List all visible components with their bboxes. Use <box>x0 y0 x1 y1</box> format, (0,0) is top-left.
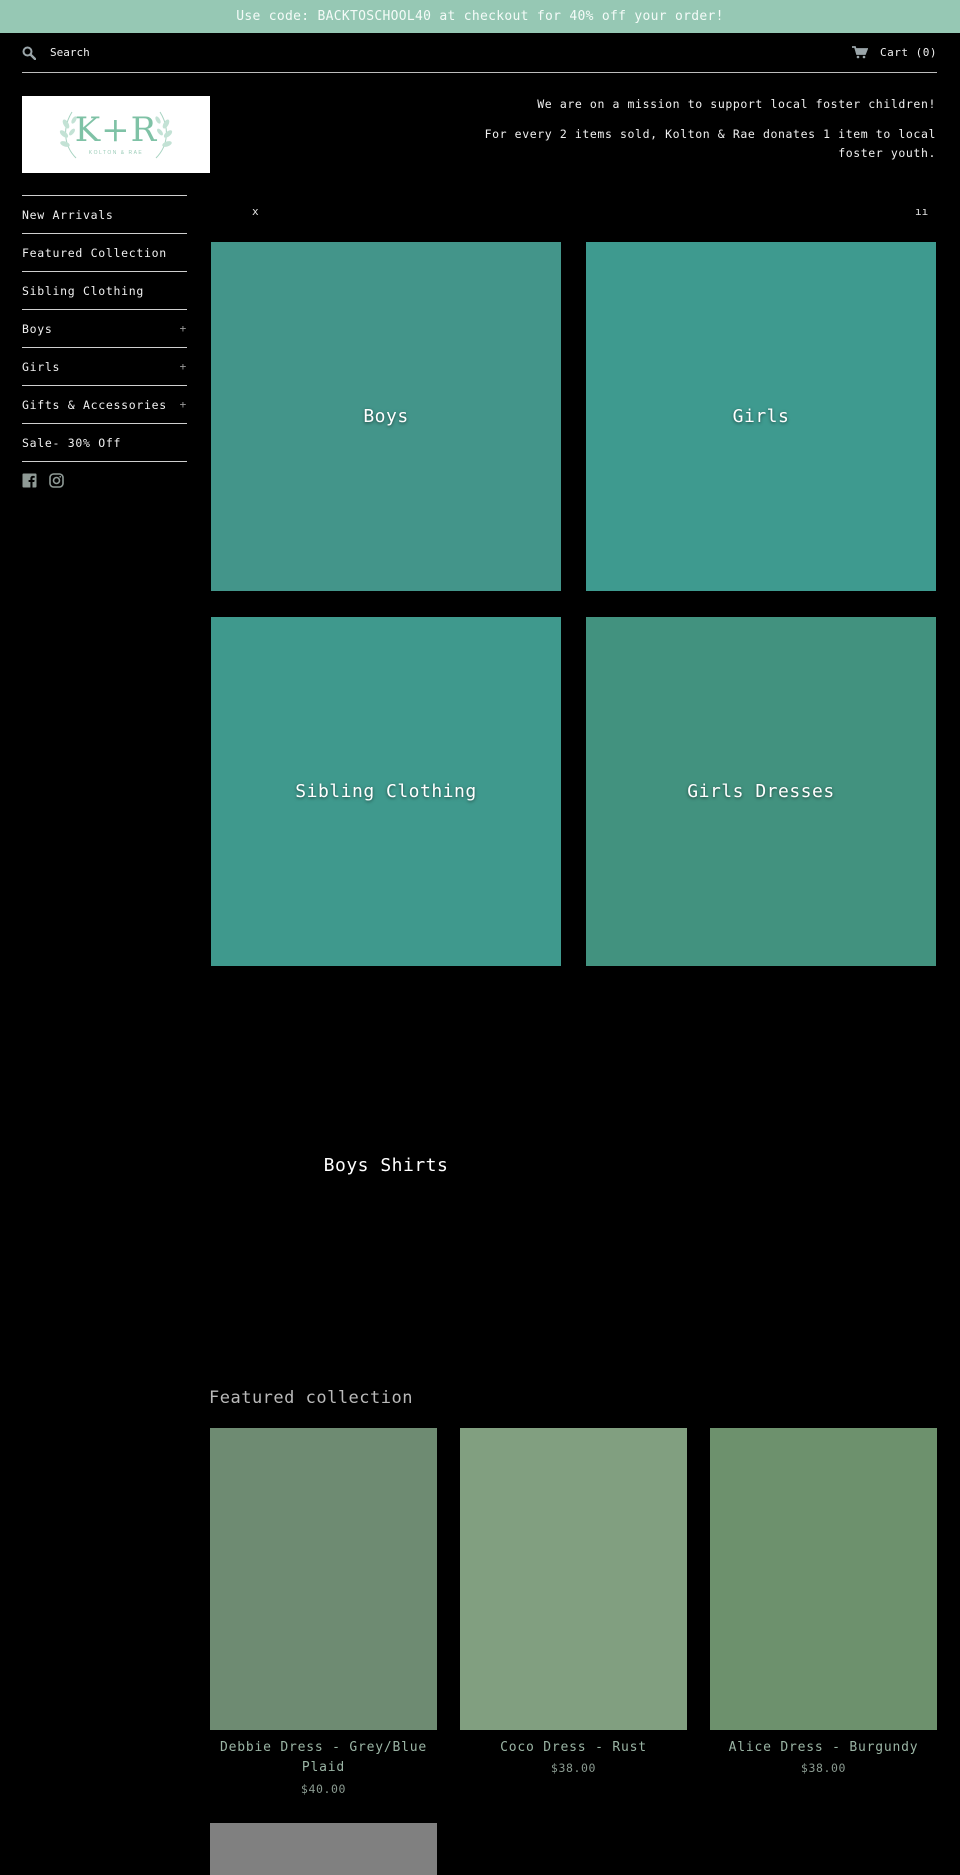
announcement-text: Use code: BACKTOSCHOOL40 at checkout for… <box>236 9 724 24</box>
social-links <box>22 473 64 492</box>
mission-line-1: We are on a mission to support local fos… <box>537 97 936 111</box>
search-label: Search <box>50 46 90 59</box>
sidebar-item-label: Featured Collection <box>22 245 167 260</box>
collection-title: Boys Shirts <box>323 1155 449 1176</box>
laurel-right-icon <box>155 111 173 159</box>
product-image-alice-dress[interactable] <box>710 1428 937 1730</box>
sidebar-item-label: Sibling Clothing <box>22 283 144 298</box>
sidebar-item-featured-collection[interactable]: Featured Collection <box>22 234 187 272</box>
product-image-fourth[interactable] <box>210 1823 437 1875</box>
top-bar: Search Cart (0) <box>22 33 937 73</box>
collection-title: Girls <box>732 406 790 427</box>
collection-tile-girls[interactable]: Girls <box>586 242 936 591</box>
slider-prev-button[interactable]: x <box>252 205 259 218</box>
sidebar-item-gifts-accessories[interactable]: Gifts & Accessories + <box>22 386 187 424</box>
sidebar-nav: New Arrivals Featured Collection Sibling… <box>22 195 187 462</box>
expand-plus-icon[interactable]: + <box>180 322 187 335</box>
sidebar-item-boys[interactable]: Boys + <box>22 310 187 348</box>
slider-pause-button[interactable]: ıı <box>915 205 928 218</box>
mission-line-2: For every 2 items sold, Kolton & Rae don… <box>484 127 936 160</box>
product-name-alice-dress[interactable]: Alice Dress - Burgundy <box>710 1738 937 1758</box>
collection-title: Sibling Clothing <box>295 781 477 802</box>
laurel-left-icon <box>59 111 77 159</box>
cart-label: Cart (0) <box>880 46 937 59</box>
product-name-coco-dress[interactable]: Coco Dress - Rust <box>460 1738 687 1758</box>
sidebar-item-label: Gifts & Accessories <box>22 397 167 412</box>
collection-tile-boys[interactable]: Boys <box>211 242 561 591</box>
product-price-coco-dress: $38.00 <box>550 1761 597 1775</box>
collection-tile-sibling-clothing[interactable]: Sibling Clothing <box>211 617 561 966</box>
logo-mark: K+R <box>74 110 158 150</box>
sidebar-item-label: Girls <box>22 359 61 374</box>
store-logo[interactable]: K+R KOLTON & RAE <box>22 96 210 173</box>
product-price-alice-dress: $38.00 <box>800 1761 847 1775</box>
cart-link[interactable]: Cart (0) <box>852 46 937 59</box>
sidebar-item-sale[interactable]: Sale- 30% Off <box>22 424 187 462</box>
featured-collection-title: Featured collection <box>209 1388 413 1408</box>
sidebar-item-sibling-clothing[interactable]: Sibling Clothing <box>22 272 187 310</box>
expand-plus-icon[interactable]: + <box>180 398 187 411</box>
product-image-coco-dress[interactable] <box>460 1428 687 1730</box>
collection-title: Girls Dresses <box>687 781 835 802</box>
product-image-debbie-dress[interactable] <box>210 1428 437 1730</box>
sidebar-item-label: New Arrivals <box>22 207 114 222</box>
sidebar-item-label: Sale- 30% Off <box>22 435 122 450</box>
facebook-icon[interactable] <box>22 473 37 492</box>
sidebar-item-new-arrivals[interactable]: New Arrivals <box>22 196 187 234</box>
mission-statement: We are on a mission to support local fos… <box>466 95 936 174</box>
expand-plus-icon[interactable]: + <box>180 360 187 373</box>
product-name-debbie-dress[interactable]: Debbie Dress - Grey/Blue Plaid <box>210 1738 437 1778</box>
search-link[interactable]: Search <box>22 46 90 60</box>
instagram-icon[interactable] <box>49 473 64 492</box>
collection-title: Boys <box>363 406 409 427</box>
cart-icon <box>852 46 869 59</box>
product-price-debbie-dress: $40.00 <box>300 1782 347 1796</box>
collection-tile-boys-shirts[interactable]: Boys Shirts <box>211 991 561 1340</box>
search-icon <box>22 46 36 60</box>
logo-subtitle: KOLTON & RAE <box>88 150 144 156</box>
collection-tile-girls-dresses[interactable]: Girls Dresses <box>586 617 936 966</box>
sidebar-item-label: Boys <box>22 321 53 336</box>
announcement-bar: Use code: BACKTOSCHOOL40 at checkout for… <box>0 0 960 33</box>
sidebar-item-girls[interactable]: Girls + <box>22 348 187 386</box>
